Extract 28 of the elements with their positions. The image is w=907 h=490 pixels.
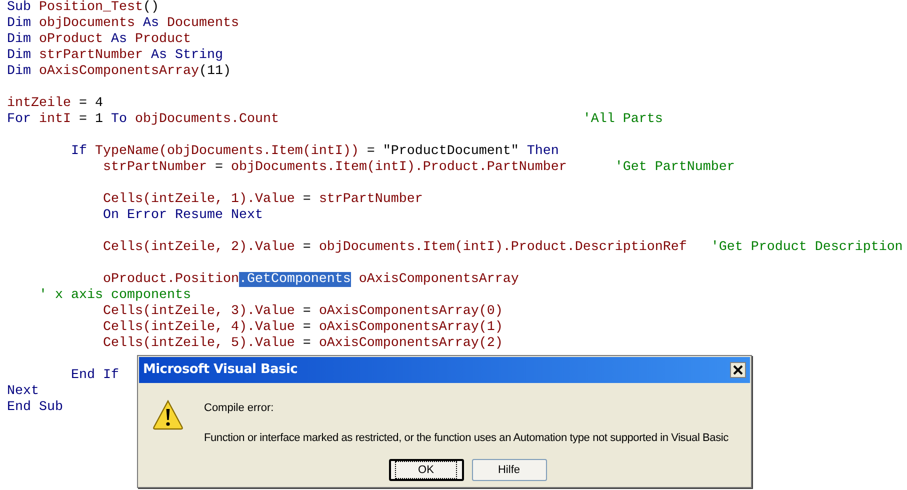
code-line: Dim oProduct As Product [7,32,191,47]
code-line: If TypeName(objDocuments.Item(intI)) = "ProductDocument" Then [70,144,559,159]
code-line: End Sub [7,400,63,415]
code-line: Cells(intZeile, 2).Value = objDocuments.Item(intI).Product.DescriptionRef 'Get Product Description [102,240,903,255]
close-button[interactable] [730,362,746,378]
dialog-button[interactable]: Hilfe [472,459,546,481]
code-line: Dim strPartNumber As String [7,48,223,63]
code-line: Sub Position_Test() [7,0,159,15]
code-line: End If [70,368,119,383]
code-line: Dim objDocuments As Documents [7,16,239,31]
close-icon [733,365,743,375]
warning-icon [152,399,184,431]
code-line: Cells(intZeile, 5).Value = oAxisComponentsArray(2) [102,336,503,351]
code-line: On Error Resume Next [102,208,263,223]
error-message: Function or interface marked as restricted, or the function uses an Automation type not supported in Visual Basic [204,430,728,446]
code-line: oProduct.Position.GetComponents oAxisComponentsArray [102,272,519,287]
code-line: Cells(intZeile, 1).Value = strPartNumber [102,192,423,207]
code-line: Dim oAxisComponentsArray(11) [7,64,231,79]
code-line: Cells(intZeile, 3).Value = oAxisComponentsArray(0) [102,304,503,319]
code-line: Cells(intZeile, 4).Value = oAxisComponentsArray(1) [102,320,503,335]
error-heading: Compile error: [204,401,275,416]
window-title: Microsoft Visual Basic [143,361,298,380]
code-line: For intI = 1 To objDocuments.Count 'All Parts [7,112,663,127]
dialog-button[interactable]: OK [388,459,464,481]
code-line: ' x axis components [38,288,191,303]
code-line: intZeile = 4 [7,96,103,111]
code-line: strPartNumber = objDocuments.Item(intI).Product.PartNumber 'Get PartNumber [102,160,735,175]
code-line: Next [7,384,39,399]
